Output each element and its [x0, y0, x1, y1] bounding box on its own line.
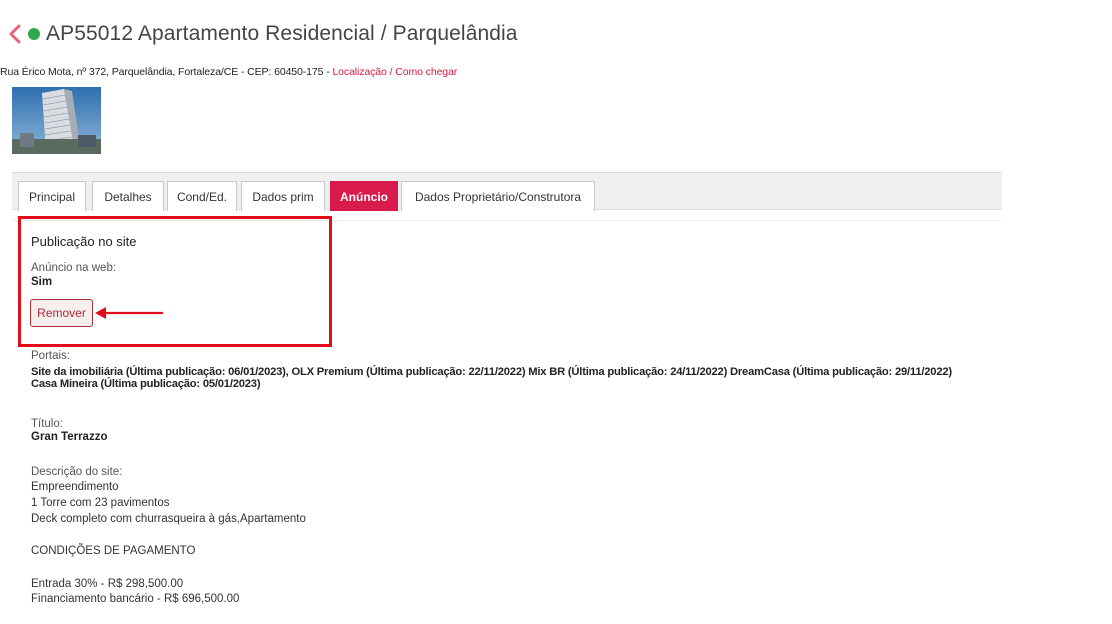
- tab-anuncio[interactable]: Anúncio: [330, 181, 398, 211]
- address-text: Rua Érico Mota, nº 372, Parquelândia, Fo…: [0, 66, 333, 78]
- descricao-line: Financiamento bancário - R$ 696,500.00: [31, 593, 240, 605]
- arrow-annotation-icon: [95, 307, 163, 319]
- web-label: Anúncio na web:: [31, 262, 117, 274]
- property-thumbnail[interactable]: [12, 87, 101, 154]
- tab-principal[interactable]: Principal: [18, 181, 86, 211]
- tab-dados-proprietario[interactable]: Dados Proprietário/Construtora: [401, 181, 595, 211]
- portais-label: Portais:: [31, 350, 70, 362]
- location-link[interactable]: Localização: [332, 66, 386, 78]
- tab-bar: Principal Detalhes Cond/Ed. Dados prim A…: [12, 172, 1002, 211]
- descricao-label: Descrição do site:: [31, 466, 123, 478]
- page-title: AP55012 Apartamento Residencial / Parque…: [46, 22, 518, 45]
- titulo-value: Gran Terrazzo: [31, 431, 108, 443]
- tab-dados-prim[interactable]: Dados prim: [241, 181, 325, 211]
- descricao-line: Deck completo com churrasqueira à gás,Ap…: [31, 513, 306, 525]
- tab-cond-ed[interactable]: Cond/Ed.: [167, 181, 237, 211]
- descricao-line: Entrada 30% - R$ 298,500.00: [31, 578, 184, 590]
- page-header: AP55012 Apartamento Residencial / Parque…: [4, 20, 518, 48]
- chevron-left-icon[interactable]: [4, 22, 26, 46]
- descricao-line: Empreendimento: [31, 481, 119, 493]
- web-value: Sim: [31, 276, 53, 288]
- tab-detalhes[interactable]: Detalhes: [92, 181, 164, 211]
- remove-button[interactable]: Remover: [30, 299, 93, 327]
- descricao-line: 1 Torre com 23 pavimentos: [31, 497, 170, 509]
- portais-line-1: Site da imobiliária (Última publicação: …: [31, 366, 952, 378]
- descricao-line: CONDIÇÕES DE PAGAMENTO: [31, 545, 196, 557]
- portais-line-2: Casa Mineira (Última publicação: 05/01/2…: [31, 378, 261, 390]
- address-separator: /: [386, 66, 396, 78]
- portais-value: Site da imobiliária (Última publicação: …: [31, 366, 1041, 390]
- titulo-label: Título:: [31, 418, 63, 430]
- section-title: Publicação no site: [31, 234, 137, 249]
- address-line: Rua Érico Mota, nº 372, Parquelândia, Fo…: [0, 66, 457, 78]
- status-dot: [28, 28, 40, 40]
- directions-link[interactable]: Como chegar: [395, 66, 457, 78]
